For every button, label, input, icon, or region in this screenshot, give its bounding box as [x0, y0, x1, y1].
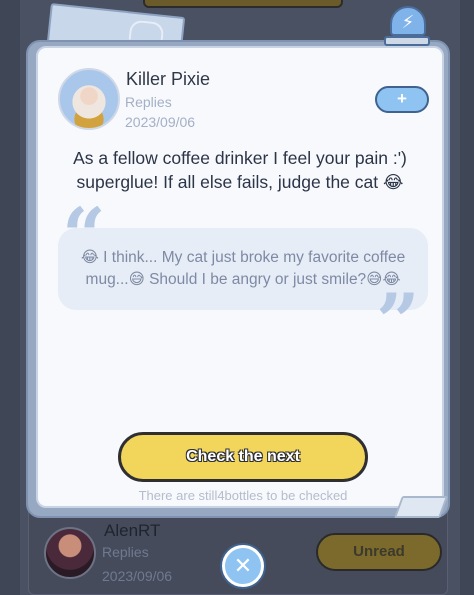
list-item-date: 2023/09/06 [102, 568, 173, 584]
close-icon[interactable]: ✕ [222, 545, 264, 587]
quoted-message: 😂 I think... My cat just broke my favori… [80, 249, 406, 288]
list-item-subtitle: Replies [102, 544, 149, 560]
unread-button[interactable]: Unread [316, 533, 442, 571]
siren-base [384, 36, 430, 46]
remaining-count-text: There are still4bottles to be checked [138, 488, 348, 503]
add-friend-button[interactable]: + [375, 86, 429, 113]
avatar[interactable] [58, 68, 120, 130]
avatar [44, 527, 96, 579]
check-next-button[interactable]: Check the next [118, 432, 368, 482]
siren-icon[interactable]: ⚡ [384, 4, 430, 46]
post-date: 2023/09/06 [125, 114, 196, 130]
top-bar [143, 0, 343, 8]
reply-message: As a fellow coffee drinker I feel your p… [73, 148, 407, 192]
lightning-icon: ⚡ [390, 6, 426, 36]
close-quote-icon: ” [376, 277, 420, 366]
author-subtitle: Replies [125, 94, 172, 110]
list-item-name: AlenRT [104, 521, 161, 540]
author-name: Killer Pixie [126, 69, 211, 89]
